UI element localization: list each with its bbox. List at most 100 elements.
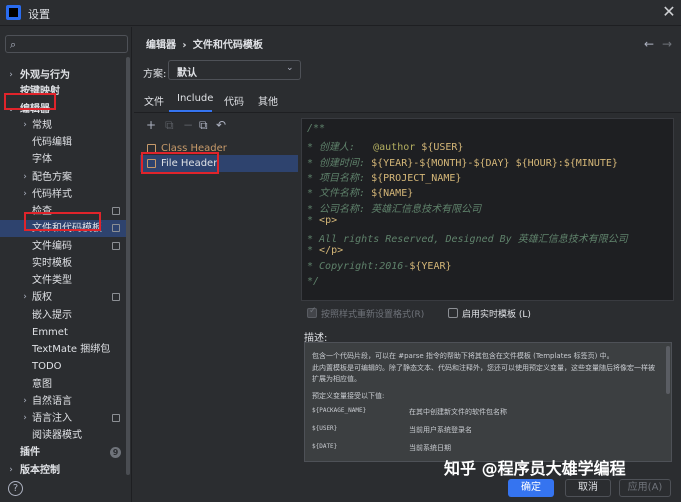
scheme-label: 方案:	[143, 69, 167, 80]
sidebar-item[interactable]: 文件编码	[0, 238, 126, 255]
sidebar-item-label: TextMate 捆绑包	[32, 344, 111, 355]
scheme-value: 默认	[177, 68, 197, 79]
sidebar-item-label: 常规	[32, 120, 52, 131]
chevron-right-icon[interactable]: ›	[20, 410, 30, 427]
sidebar-item[interactable]: 字体	[0, 151, 126, 168]
project-scope-icon	[112, 224, 120, 232]
description-text: 包含一个代码片段，可以在 #parse 指令的帮助下将其包含在文件模板 (Tem…	[312, 352, 614, 360]
variable-description: 在其中创建新文件的软件包名称	[409, 408, 507, 416]
variable-name: ${DATE}	[312, 443, 338, 450]
description-scrollbar[interactable]	[666, 346, 670, 394]
live-templates-checkbox[interactable]	[448, 308, 458, 318]
highlight-box	[24, 212, 101, 231]
sidebar-item[interactable]: 实时模板	[0, 255, 126, 272]
sidebar-item[interactable]: 意图	[0, 376, 126, 393]
duplicate-icon[interactable]: ⧉	[199, 118, 208, 133]
chevron-right-icon[interactable]: ›	[20, 169, 30, 186]
sidebar-item-label: 插件	[20, 447, 40, 458]
tab-code[interactable]: 代码	[224, 93, 244, 108]
code-line: * </p>	[307, 245, 344, 257]
scheme-select[interactable]: 默认 ⌄	[168, 60, 301, 80]
sidebar-item[interactable]: Emmet	[0, 324, 126, 341]
tab-files[interactable]: 文件	[144, 93, 164, 108]
template-list: Class Header File Header	[140, 138, 300, 468]
code-line: * <p>	[307, 214, 338, 226]
template-toolbar: + ⧉ − ⧉ ↶	[140, 118, 300, 136]
sidebar-item[interactable]: 代码编辑	[0, 134, 126, 151]
description-vars-title: 预定义变量接受以下值:	[312, 392, 385, 400]
chevron-right-icon[interactable]: ›	[20, 289, 30, 306]
chevron-right-icon[interactable]: ›	[6, 462, 16, 479]
reformat-checkbox[interactable]	[307, 306, 317, 318]
sidebar-item[interactable]: 嵌入提示	[0, 307, 126, 324]
chevron-right-icon[interactable]: ›	[20, 186, 30, 203]
variable-name: ${USER}	[312, 425, 338, 432]
sidebar-item[interactable]: 阅读器模式	[0, 427, 126, 444]
variable-description: 当前系统日期	[409, 444, 451, 452]
sidebar-item[interactable]: TextMate 捆绑包	[0, 341, 126, 358]
reset-icon[interactable]: ↶	[216, 118, 226, 132]
code-line: /**	[307, 123, 326, 134]
sidebar-item-label: 外观与行为	[20, 70, 70, 81]
remove-icon[interactable]: −	[183, 118, 193, 132]
project-scope-icon	[112, 207, 120, 215]
sidebar-item[interactable]: TODO	[0, 358, 126, 375]
code-line: * 创建时间: ${YEAR}-${MONTH}-${DAY} ${HOUR}:…	[307, 157, 618, 169]
chevron-right-icon[interactable]: ›	[20, 393, 30, 410]
sidebar-item-label: TODO	[32, 361, 62, 372]
sidebar-scrollbar[interactable]	[126, 57, 130, 475]
forward-arrow-icon[interactable]: →	[662, 37, 672, 51]
sidebar-item[interactable]: › 自然语言	[0, 393, 126, 410]
tab-other[interactable]: 其他	[258, 93, 278, 108]
sidebar-item[interactable]: › 代码样式	[0, 186, 126, 203]
code-line: * 创建人: @author ${USER}	[307, 142, 464, 154]
live-templates-label: 启用实时模板 (L)	[462, 310, 531, 320]
highlight-box	[4, 93, 56, 110]
cancel-button[interactable]: 取消	[565, 479, 611, 497]
sidebar-item[interactable]: › 外观与行为	[0, 67, 126, 84]
tabs-divider	[134, 112, 681, 113]
sidebar-item-label: 版本控制	[20, 465, 60, 476]
sidebar-item[interactable]: › 配色方案	[0, 169, 126, 186]
help-icon[interactable]: ?	[8, 481, 23, 496]
apply-button[interactable]: 应用(A)	[619, 479, 671, 497]
sidebar-item-label: 代码样式	[32, 189, 72, 200]
sidebar-item[interactable]: 文件类型	[0, 272, 126, 289]
variable-description: 当前用户系统登录名	[409, 426, 472, 434]
sidebar-item-label: 代码编辑	[32, 137, 72, 148]
sidebar-item[interactable]: 插件 9	[0, 444, 126, 461]
add-icon[interactable]: +	[146, 118, 156, 132]
code-line: * 文件名称: ${NAME}	[307, 188, 414, 200]
highlight-box	[141, 152, 219, 174]
watermark: 知乎 @程序员大雄学编程	[444, 459, 626, 478]
tab-include[interactable]: Include	[177, 93, 213, 104]
copy-icon[interactable]: ⧉	[165, 118, 174, 133]
chevron-right-icon[interactable]: ›	[20, 117, 30, 134]
sidebar-item[interactable]: › 常规	[0, 117, 126, 134]
sidebar-item[interactable]: › 版本控制	[0, 462, 126, 479]
sidebar-item[interactable]: › 版权	[0, 289, 126, 306]
search-icon: ⌕	[10, 38, 17, 51]
project-scope-icon	[112, 414, 120, 422]
project-scope-icon	[112, 242, 120, 250]
chevron-right-icon[interactable]: ›	[6, 67, 16, 84]
description-text: 扩展为相应值。	[312, 375, 361, 383]
sidebar-item-label: 嵌入提示	[32, 310, 72, 321]
description-text: 此内置模板是可编辑的。除了静态文本、代码和注释外，您还可以使用预定义变量，这些变…	[312, 364, 655, 372]
code-line: */	[307, 276, 320, 287]
template-code-editor[interactable]: /** * 创建人: @author ${USER} * 创建时间: ${YEAR}…	[301, 118, 674, 301]
ok-button[interactable]: 确定	[508, 479, 554, 497]
close-icon[interactable]: ✕	[660, 3, 678, 21]
sidebar-item-label: 版权	[32, 292, 52, 303]
title-bar: 设置 ✕	[0, 0, 681, 26]
sidebar-item-label: Emmet	[32, 327, 68, 338]
breadcrumb: 编辑器 › 文件和代码模板	[146, 36, 263, 51]
sidebar-item-label: 字体	[32, 154, 52, 165]
project-scope-icon	[112, 293, 120, 301]
search-input[interactable]: ⌕	[5, 35, 128, 53]
sidebar-item-label: 意图	[32, 379, 52, 390]
breadcrumb-root[interactable]: 编辑器	[146, 40, 176, 51]
sidebar-item[interactable]: › 语言注入	[0, 410, 126, 427]
back-arrow-icon[interactable]: ←	[644, 37, 654, 51]
breadcrumb-separator: ›	[182, 40, 187, 51]
